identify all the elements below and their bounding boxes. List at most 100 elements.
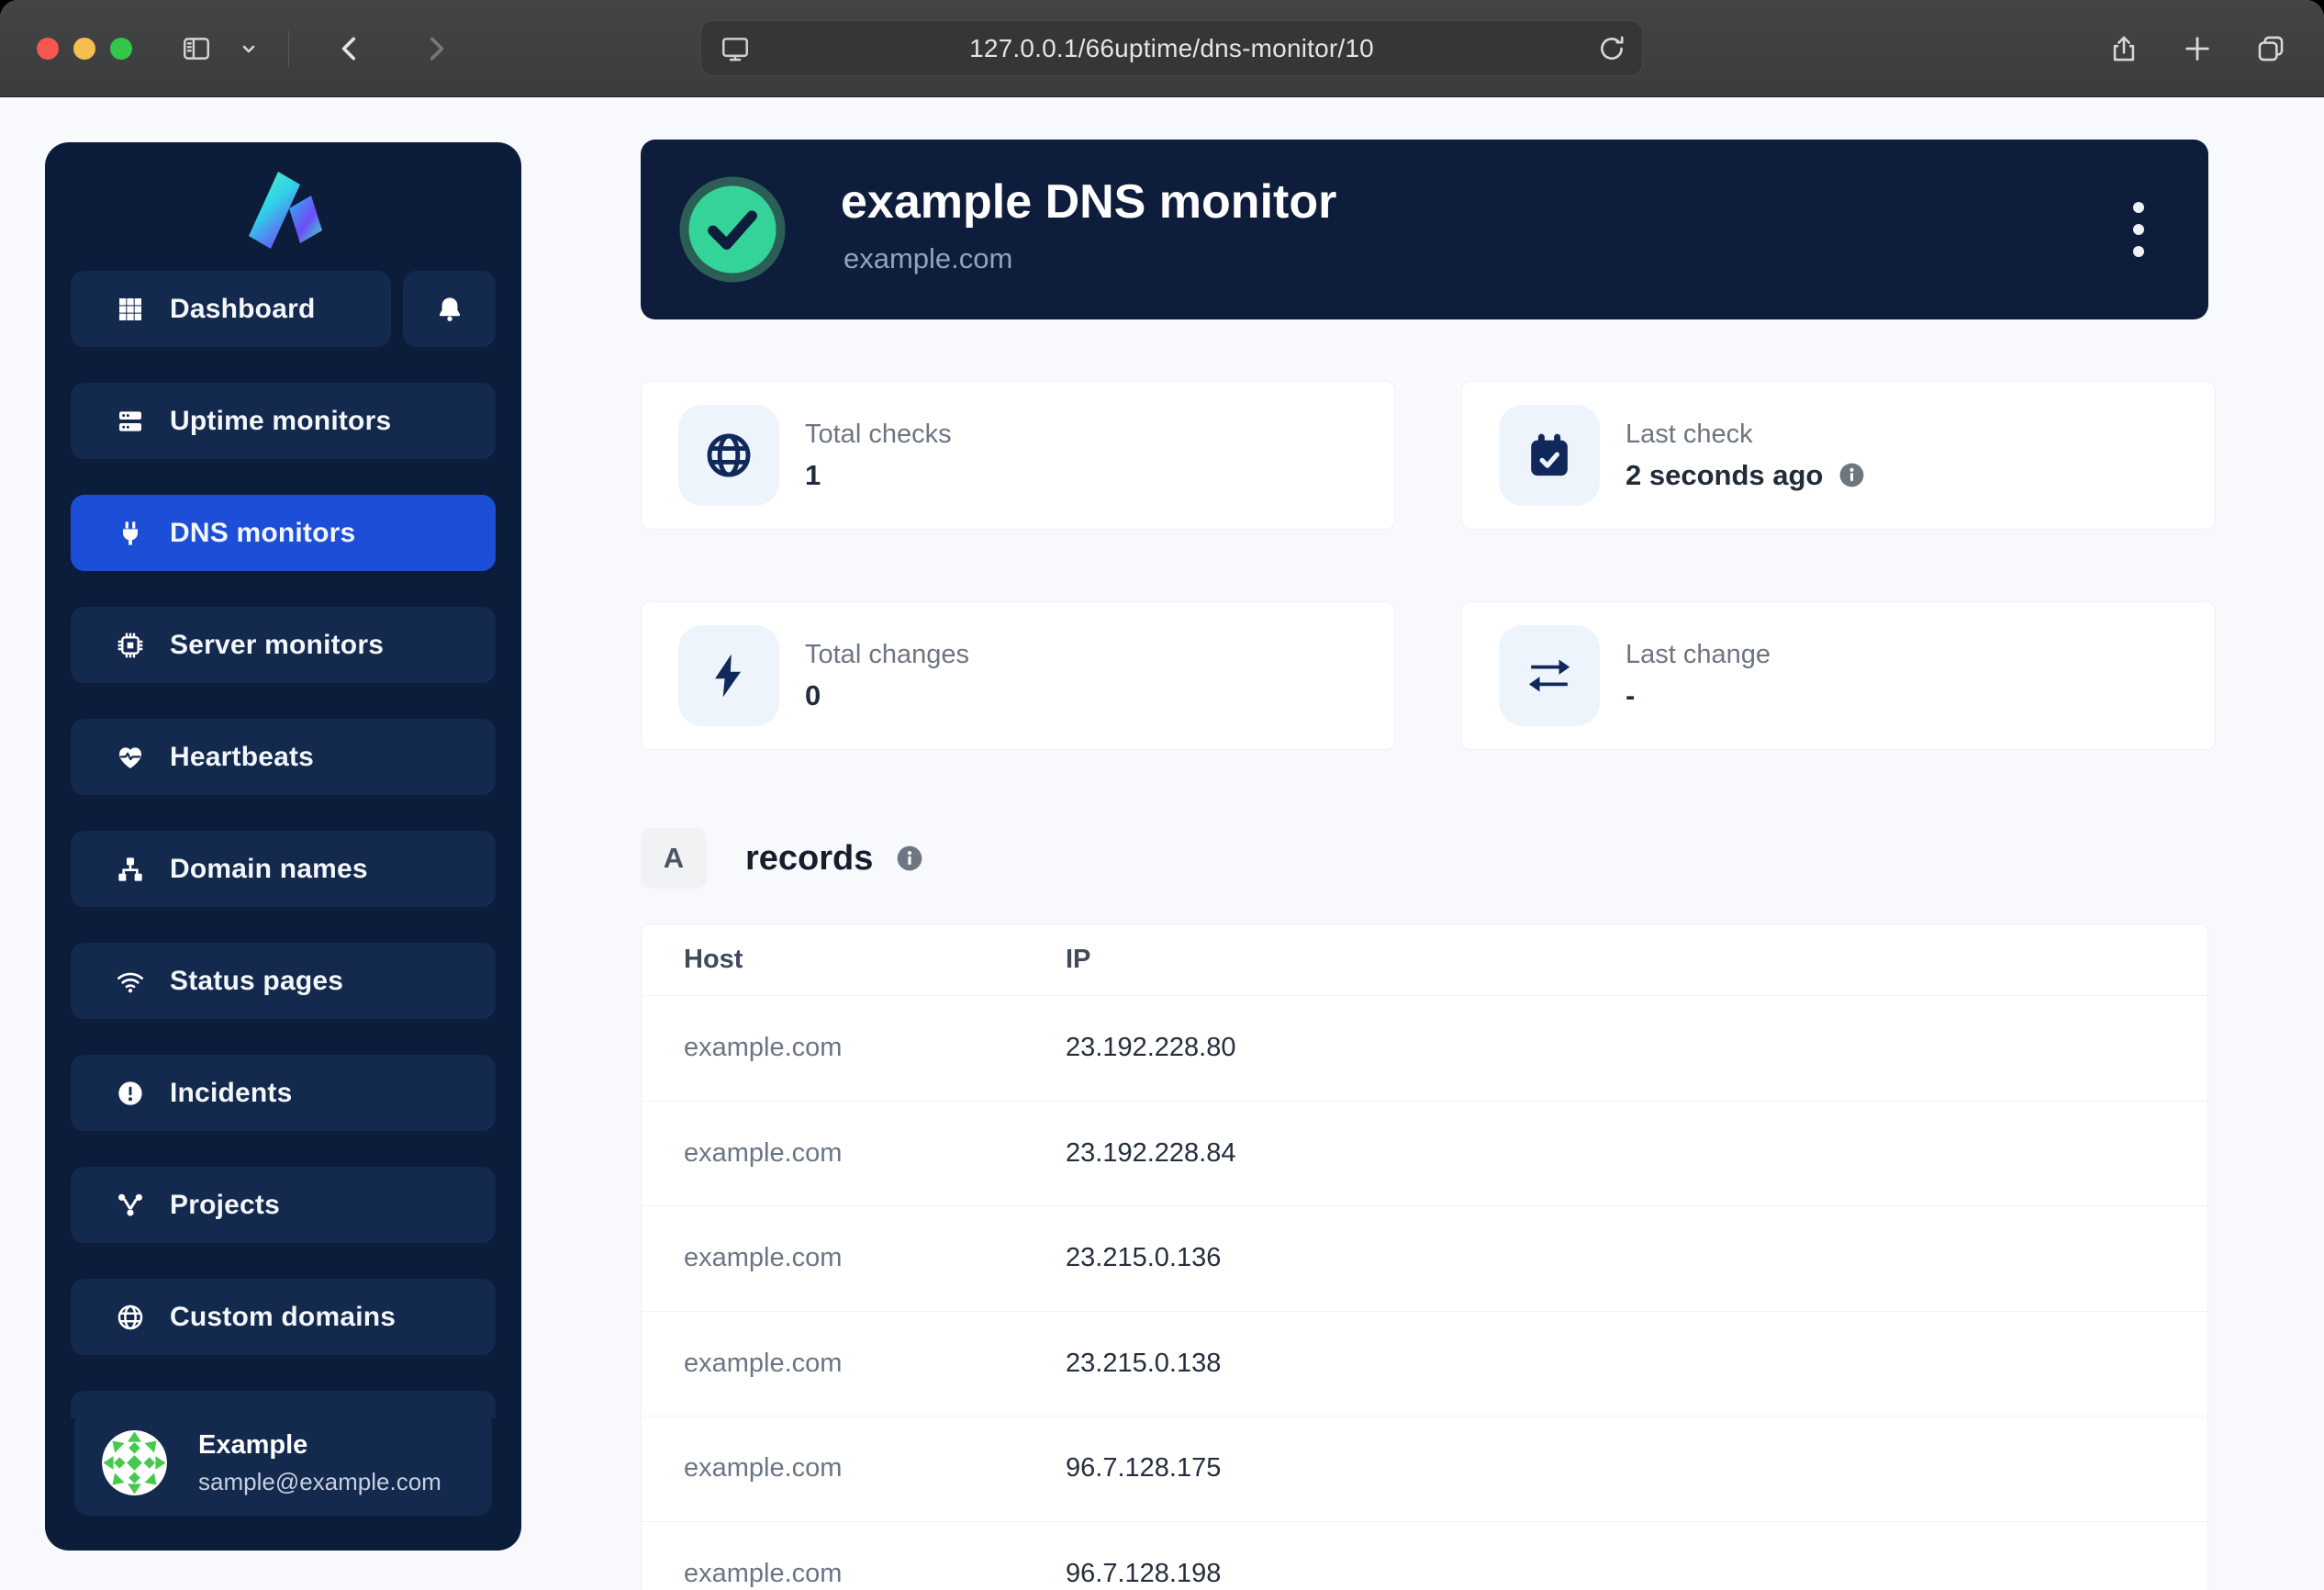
table-row: example.com 23.215.0.138 bbox=[642, 1311, 2207, 1416]
plug-icon bbox=[115, 518, 146, 549]
sidebar-item-label: DNS monitors bbox=[170, 518, 355, 549]
exclamation-circle-icon bbox=[115, 1078, 146, 1109]
stat-card-total-changes: Total changes 0 bbox=[641, 601, 1395, 750]
zoom-window-button[interactable] bbox=[110, 38, 132, 60]
sidebar-item-uptime-monitors[interactable]: Uptime monitors bbox=[71, 383, 496, 459]
chevron-down-icon[interactable] bbox=[237, 32, 261, 65]
stat-value: 1 bbox=[805, 459, 821, 492]
cpu-icon bbox=[115, 630, 146, 661]
app-logo[interactable] bbox=[71, 142, 496, 271]
forward-icon[interactable] bbox=[419, 32, 453, 65]
stat-label: Total checks bbox=[805, 420, 952, 450]
sidebar-item-dns-monitors[interactable]: DNS monitors bbox=[71, 495, 496, 571]
url-text: 127.0.0.1/66uptime/dns-monitor/10 bbox=[969, 34, 1374, 63]
record-type-badge: A bbox=[641, 828, 707, 889]
status-up-icon bbox=[677, 174, 788, 285]
ip-cell: 23.215.0.138 bbox=[1066, 1349, 2207, 1379]
stat-label: Last check bbox=[1626, 420, 1866, 450]
ip-cell: 23.192.228.80 bbox=[1066, 1033, 2207, 1063]
avatar bbox=[102, 1430, 167, 1495]
stat-card-total-checks: Total checks 1 bbox=[641, 381, 1395, 530]
stat-label: Total changes bbox=[805, 640, 969, 670]
kebab-menu-button[interactable] bbox=[2120, 202, 2157, 257]
records-title: records bbox=[745, 839, 873, 879]
sidebar-item-label: Projects bbox=[170, 1190, 280, 1221]
sidebar-item-label: Heartbeats bbox=[170, 742, 314, 773]
records-table: Host IP example.com 23.192.228.80 exampl… bbox=[641, 924, 2208, 1590]
sidebar-item-label: Dashboard bbox=[170, 294, 316, 325]
user-card[interactable]: Example sample@example.com bbox=[74, 1410, 492, 1516]
page-icon bbox=[720, 33, 751, 69]
grid-icon bbox=[115, 294, 146, 325]
info-icon[interactable] bbox=[1838, 461, 1866, 489]
tabs-overview-icon[interactable] bbox=[2254, 32, 2287, 65]
stat-card-last-check: Last check 2 seconds ago bbox=[1461, 381, 2216, 530]
address-bar[interactable]: 127.0.0.1/66uptime/dns-monitor/10 bbox=[700, 20, 1643, 76]
minimize-window-button[interactable] bbox=[73, 38, 95, 60]
host-cell: example.com bbox=[684, 1243, 1066, 1273]
ip-cell: 23.192.228.84 bbox=[1066, 1138, 2207, 1169]
browser-window: 127.0.0.1/66uptime/dns-monitor/10 bbox=[0, 0, 2324, 1590]
heart-pulse-icon bbox=[115, 742, 146, 773]
sidebar-item-status-pages[interactable]: Status pages bbox=[71, 943, 496, 1019]
ip-cell: 23.215.0.136 bbox=[1066, 1243, 2207, 1273]
table-row: example.com 23.192.228.84 bbox=[642, 1101, 2207, 1206]
sidebar-item-incidents[interactable]: Incidents bbox=[71, 1055, 496, 1131]
server-stack-icon bbox=[115, 406, 146, 437]
table-row: example.com 23.215.0.136 bbox=[642, 1205, 2207, 1311]
sidebar-toggle-icon[interactable] bbox=[180, 32, 213, 65]
monitor-header-card: example DNS monitor example.com bbox=[641, 140, 2208, 319]
sidebar-item-dashboard[interactable]: Dashboard bbox=[71, 271, 391, 347]
swap-arrows-icon bbox=[1499, 625, 1600, 726]
share-icon[interactable] bbox=[2107, 32, 2140, 65]
sidebar-item-label: Server monitors bbox=[170, 630, 384, 661]
sidebar-item-label: Custom domains bbox=[170, 1302, 396, 1333]
stat-value: 0 bbox=[805, 679, 821, 712]
traffic-lights bbox=[37, 38, 132, 60]
stat-value: 2 seconds ago bbox=[1626, 459, 1823, 492]
sitemap-icon bbox=[115, 854, 146, 885]
monitor-subtitle: example.com bbox=[844, 242, 1012, 275]
ip-cell: 96.7.128.198 bbox=[1066, 1559, 2207, 1589]
table-row: example.com 96.7.128.198 bbox=[642, 1521, 2207, 1590]
ip-cell: 96.7.128.175 bbox=[1066, 1453, 2207, 1484]
host-cell: example.com bbox=[684, 1349, 1066, 1379]
sidebar: Dashboard Uptime monitors DNS moni bbox=[45, 142, 521, 1551]
sidebar-item-label: Status pages bbox=[170, 966, 343, 997]
table-header-row: Host IP bbox=[642, 924, 2207, 995]
toolbar-divider bbox=[288, 30, 289, 67]
back-icon[interactable] bbox=[333, 32, 366, 65]
host-cell: example.com bbox=[684, 1138, 1066, 1169]
share-nodes-icon bbox=[115, 1190, 146, 1221]
stat-label: Last change bbox=[1626, 640, 1771, 670]
host-cell: example.com bbox=[684, 1453, 1066, 1484]
sidebar-item-label: Incidents bbox=[170, 1078, 293, 1109]
wifi-icon bbox=[115, 966, 146, 997]
table-row: example.com 23.192.228.80 bbox=[642, 995, 2207, 1101]
sidebar-item-custom-domains[interactable]: Custom domains bbox=[71, 1279, 496, 1355]
reload-icon[interactable] bbox=[1596, 33, 1627, 69]
column-header-host: Host bbox=[684, 945, 1066, 975]
info-icon[interactable] bbox=[895, 844, 924, 873]
table-row: example.com 96.7.128.175 bbox=[642, 1416, 2207, 1521]
user-email: sample@example.com bbox=[198, 1468, 441, 1496]
records-section-header: A records bbox=[641, 828, 924, 889]
page-content: Dashboard Uptime monitors DNS moni bbox=[0, 98, 2324, 1590]
stat-value: - bbox=[1626, 679, 1635, 712]
globe-icon bbox=[678, 405, 779, 506]
new-tab-icon[interactable] bbox=[2181, 32, 2214, 65]
user-name: Example bbox=[198, 1430, 441, 1461]
sidebar-item-projects[interactable]: Projects bbox=[71, 1167, 496, 1243]
lightning-icon bbox=[678, 625, 779, 726]
notifications-button[interactable] bbox=[403, 271, 496, 347]
sidebar-item-server-monitors[interactable]: Server monitors bbox=[71, 607, 496, 683]
monitor-title: example DNS monitor bbox=[841, 174, 1336, 230]
bell-icon bbox=[434, 294, 465, 325]
sidebar-item-domain-names[interactable]: Domain names bbox=[71, 831, 496, 907]
column-header-ip: IP bbox=[1066, 945, 2207, 975]
browser-chrome: 127.0.0.1/66uptime/dns-monitor/10 bbox=[0, 0, 2324, 97]
close-window-button[interactable] bbox=[37, 38, 59, 60]
sidebar-item-label: Uptime monitors bbox=[170, 406, 391, 437]
sidebar-item-heartbeats[interactable]: Heartbeats bbox=[71, 719, 496, 795]
host-cell: example.com bbox=[684, 1033, 1066, 1063]
